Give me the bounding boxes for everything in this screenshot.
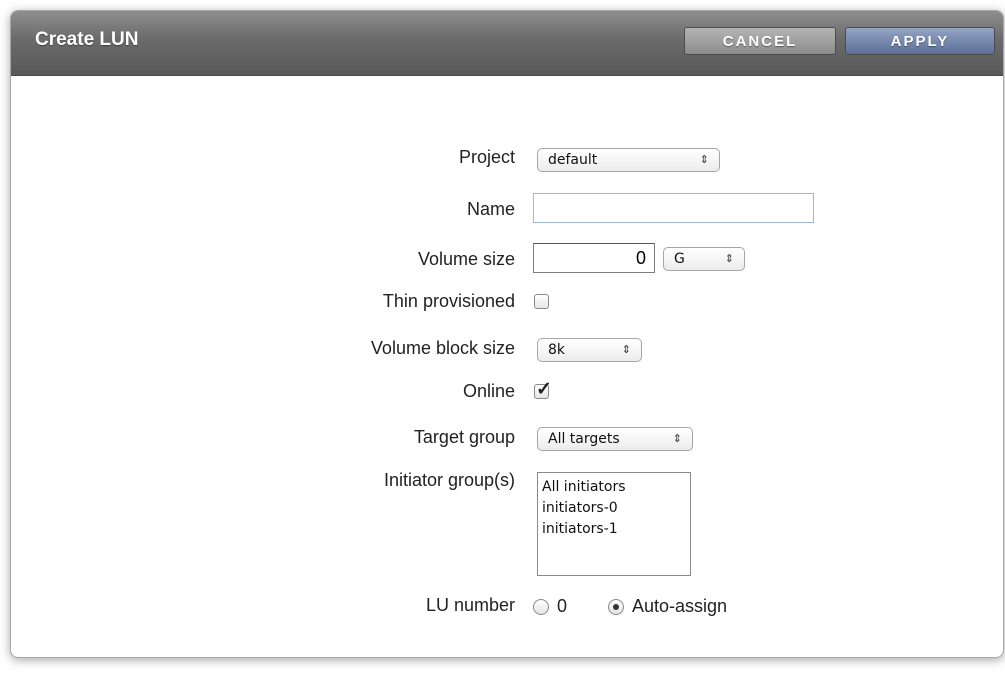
target-group-label: Target group (413, 427, 515, 447)
target-group-value: All targets (548, 431, 620, 447)
project-select[interactable]: default ⇕ (537, 148, 720, 172)
dialog-titlebar: Create LUN CANCEL APPLY (11, 11, 1003, 76)
volume-block-size-select[interactable]: 8k ⇕ (537, 338, 642, 362)
name-label: Name (466, 199, 515, 219)
online-checkbox[interactable]: ✓ (534, 379, 552, 400)
lu-number-option-auto-assign-label: Auto-assign (632, 596, 728, 616)
select-arrow-icon: ⇕ (699, 153, 709, 166)
initiator-groups-listbox[interactable]: All initiators initiators-0 initiators-1 (537, 472, 691, 576)
thin-provisioned-checkbox[interactable] (534, 294, 549, 309)
lu-number-option-0-label: 0 (557, 596, 568, 616)
online-label: Online (462, 381, 515, 401)
project-label: Project (458, 147, 515, 167)
initiator-option[interactable]: initiators-1 (542, 519, 686, 540)
volume-block-size-label: Volume block size (370, 338, 515, 358)
initiator-option[interactable]: All initiators (542, 477, 686, 498)
initiator-groups-label: Initiator group(s) (383, 470, 515, 490)
volume-block-size-value: 8k (548, 342, 566, 358)
name-input[interactable] (533, 193, 814, 223)
create-lun-dialog: Create LUN CANCEL APPLY Project default … (10, 10, 1004, 658)
volume-size-input[interactable]: 0 (533, 243, 655, 273)
checkmark-icon: ✓ (536, 379, 552, 400)
select-arrow-icon: ⇕ (672, 432, 682, 445)
select-arrow-icon: ⇕ (621, 343, 631, 356)
lu-number-label: LU number (425, 595, 515, 615)
volume-size-unit-value: G (674, 251, 685, 267)
lu-number-radio-auto-assign[interactable] (608, 599, 624, 615)
cancel-button[interactable]: CANCEL (684, 27, 836, 55)
volume-size-label: Volume size (417, 249, 515, 269)
target-group-select[interactable]: All targets ⇕ (537, 427, 693, 451)
radio-selected-dot (613, 604, 619, 610)
select-arrow-icon: ⇕ (724, 252, 734, 265)
dialog-title: Create LUN (35, 29, 139, 50)
thin-provisioned-label: Thin provisioned (382, 291, 515, 311)
apply-button[interactable]: APPLY (845, 27, 995, 55)
volume-size-unit-select[interactable]: G ⇕ (663, 247, 745, 271)
initiator-option[interactable]: initiators-0 (542, 498, 686, 519)
project-select-value: default (548, 152, 598, 168)
lu-number-radio-0[interactable] (533, 599, 549, 615)
